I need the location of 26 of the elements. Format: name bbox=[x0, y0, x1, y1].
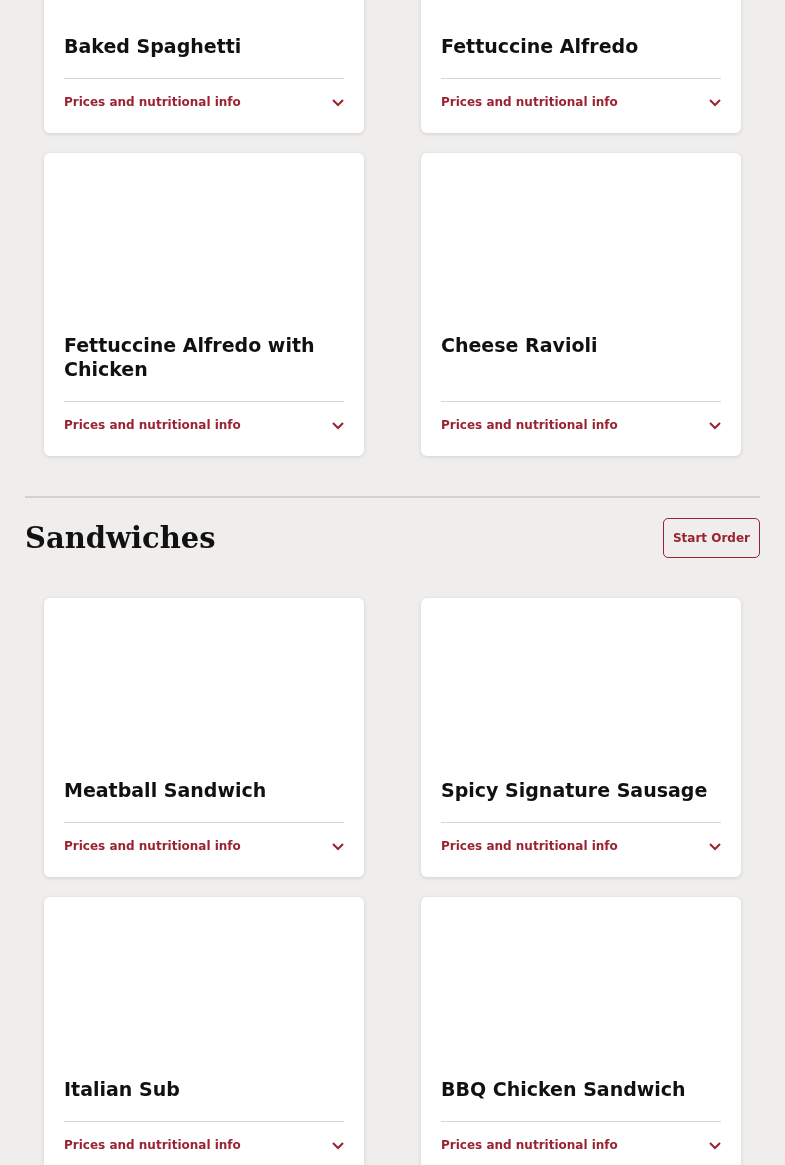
chevron-icon bbox=[709, 97, 721, 107]
item-name: Spicy Signature Sausage bbox=[441, 778, 709, 802]
chevron-icon bbox=[709, 841, 721, 851]
prices-toggle[interactable]: Prices and nutritional info bbox=[441, 822, 721, 871]
prices-toggle[interactable]: Prices and nutritional info bbox=[441, 78, 721, 127]
item-name: Italian Sub bbox=[64, 1077, 181, 1101]
start-order-button[interactable]: Start Order bbox=[662, 518, 760, 558]
prices-toggle[interactable]: Prices and nutritional info bbox=[64, 401, 344, 450]
item-name: Meatball Sandwich bbox=[64, 778, 268, 802]
item-name: BBQ Chicken Sandwich bbox=[441, 1077, 687, 1101]
chevron-icon bbox=[332, 841, 344, 851]
item-name: Baked Spaghetti bbox=[64, 34, 243, 58]
chevron-icon bbox=[709, 420, 721, 430]
prices-toggle[interactable]: Prices and nutritional info bbox=[64, 1121, 344, 1165]
item-name: Cheese Ravioli bbox=[441, 333, 599, 357]
prices-toggle[interactable]: Prices and nutritional info bbox=[64, 822, 344, 871]
section-heading: Sandwiches bbox=[25, 520, 216, 556]
prices-toggle[interactable]: Prices and nutritional info bbox=[64, 78, 344, 127]
chevron-icon bbox=[332, 97, 344, 107]
item-name: Fettuccine Alfredo with Chicken bbox=[64, 333, 316, 381]
item-name: Fettuccine Alfredo bbox=[441, 34, 640, 58]
prices-toggle[interactable]: Prices and nutritional info bbox=[441, 401, 721, 450]
chevron-icon bbox=[332, 420, 344, 430]
prices-toggle[interactable]: Prices and nutritional info bbox=[441, 1121, 721, 1165]
chevron-icon bbox=[709, 1140, 721, 1150]
chevron-icon bbox=[332, 1140, 344, 1150]
